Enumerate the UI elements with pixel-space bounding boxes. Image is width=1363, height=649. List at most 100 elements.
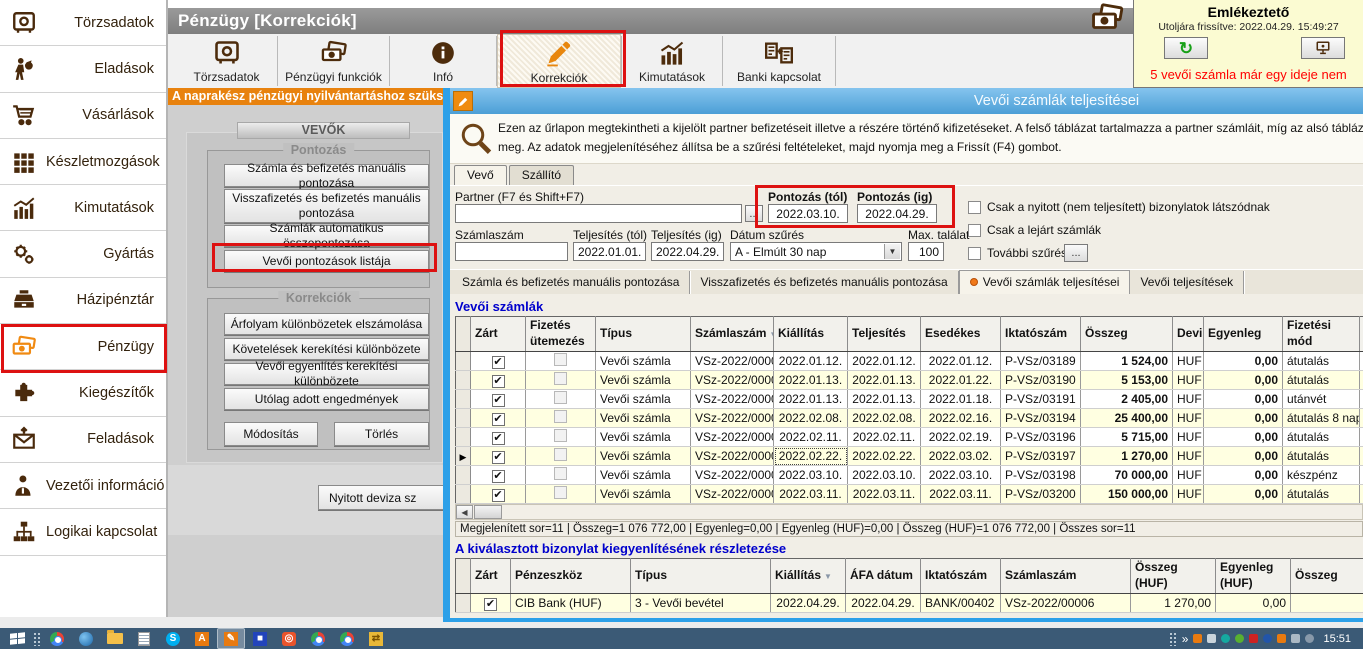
zart-checkbox[interactable]: ✔ [492,432,505,445]
chrome-icon[interactable] [44,629,70,648]
col-header-partner[interactable]: Par [1360,317,1363,352]
zart-checkbox[interactable]: ✔ [492,451,505,464]
chevron-down-icon[interactable]: ▼ [884,244,900,259]
col-header-osszeg-huf[interactable]: Összeg (HUF) [1131,559,1216,594]
view-tab-szamla-pontozas[interactable]: Számla és befizetés manuális pontozása [452,271,690,294]
start-button[interactable] [4,629,30,648]
sidebar-item-gyartas[interactable]: Gyártás [0,231,166,277]
automatikus-osszepontozas-button[interactable]: Számlák automatikus összepontozása [224,225,429,247]
table-row[interactable]: ▶ ✔ Vevői számla VSz-2022/00006 2022.02.… [456,447,1363,466]
vevoi-pontozasok-listaja-button[interactable]: Vevői pontozások listája [224,250,429,272]
sidebar-item-hazipenztar[interactable]: Házipénztár [0,278,166,324]
teljesites-tol-input[interactable]: 2022.01.01. [573,242,646,261]
fizetes-utemezes-checkbox[interactable] [554,486,567,499]
vevoi-egyenlites-kerekitesi-button[interactable]: Vevői egyenlítés kerekítési különbözete [224,363,429,385]
fizetes-utemezes-checkbox[interactable] [554,410,567,423]
toolbar-kimutatasok-button[interactable]: Kimutatások [622,34,722,88]
checkbox-nyitott-bizonylatok[interactable]: Csak a nyitott (nem teljesített) bizonyl… [968,200,1270,214]
tray-icon-4[interactable] [1235,634,1244,643]
checkbox-lejart-szamlak[interactable]: Csak a lejárt számlák [968,223,1101,237]
scrollbar-thumb[interactable] [474,505,502,519]
zart-checkbox[interactable]: ✔ [484,598,497,611]
arfolyam-kulonbozetek-button[interactable]: Árfolyam különbözetek elszámolása [224,313,429,335]
horizontal-scrollbar[interactable]: ◀ [455,504,1363,520]
view-tab-visszafizetes-pontozas[interactable]: Visszafizetés és befizetés manuális pont… [690,271,958,294]
utolag-adott-engedmenyek-button[interactable]: Utólag adott engedmények [224,388,429,410]
table-row[interactable]: ✔ Vevői számla VSz-2022/00005 2022.02.11… [456,428,1363,447]
sidebar-item-logikai-kapcsolat[interactable]: Logikai kapcsolat [0,509,166,555]
tovabbi-szures-browse-button[interactable]: ... [1064,244,1088,262]
col-header-zart[interactable]: Zárt [471,317,526,352]
toolbar-torzsadatok-button[interactable]: Törzsadatok [176,34,277,88]
tray-icon-3[interactable] [1221,634,1230,643]
table-row[interactable]: ✔ Vevői számla VSz-2022/00001 2022.01.12… [456,352,1363,371]
torles-button[interactable]: Törlés [334,422,429,446]
max-talalat-input[interactable]: 100 [908,242,944,261]
view-tab-vevoi-teljesitesek[interactable]: Vevői teljesítések [1130,271,1244,294]
col-header-esedekes[interactable]: Esedékes [921,317,1001,352]
kovetelesek-kerekitesi-button[interactable]: Követelések kerekítési különbözete [224,338,429,360]
zart-checkbox[interactable]: ✔ [492,413,505,426]
pontozas-ig-input[interactable]: 2022.04.29. [857,204,937,223]
table-row[interactable]: ✔ Vevői számla VSz-2022/00008 2022.03.11… [456,485,1363,504]
sidebar-item-vezetoi-informacio[interactable]: Vezetői információ [0,463,166,509]
col-header-iktatoszam[interactable]: Iktatószám [921,559,1001,594]
tray-expand-icon[interactable]: » [1182,632,1189,646]
tray-icon-7[interactable] [1277,634,1286,643]
transfer-app-icon[interactable]: ⇄ [363,629,389,648]
col-header-egyenleg-huf[interactable]: Egyenleg (HUF) [1216,559,1291,594]
correction-tool-icon[interactable]: ✎ [218,629,244,648]
tray-icon-6[interactable] [1263,634,1272,643]
tray-icon-2[interactable] [1207,634,1216,643]
sidebar-item-keszletmozgasok[interactable]: Készletmozgások [0,139,166,185]
col-header-afa-datum[interactable]: ÁFA dátum [846,559,921,594]
nyitott-deviza-button[interactable]: Nyitott deviza sz [318,485,444,510]
fizetes-utemezes-checkbox[interactable] [554,372,567,385]
tray-icon-5[interactable] [1249,634,1258,643]
szamlaszam-input[interactable] [455,242,568,261]
taskbar-clock[interactable]: 15:51 [1323,633,1351,645]
zart-checkbox[interactable]: ✔ [492,375,505,388]
table-row[interactable]: ✔ Vevői számla VSz-2022/00007 2022.03.10… [456,466,1363,485]
zart-checkbox[interactable]: ✔ [492,394,505,407]
col-header-kiallitas[interactable]: Kiállítás▼ [771,559,846,594]
notepad-icon[interactable] [131,629,157,648]
tray-icon-8[interactable] [1291,634,1300,643]
zart-checkbox[interactable]: ✔ [492,489,505,502]
teljesites-ig-input[interactable]: 2022.04.29. [651,242,724,261]
col-header-osszeg[interactable]: Összeg [1081,317,1173,352]
fizetes-utemezes-checkbox[interactable] [554,353,567,366]
datum-szures-select[interactable]: A - Elmúlt 30 nap ▼ [730,242,902,261]
skype-icon[interactable]: S [160,629,186,648]
sidebar-item-penzugy[interactable]: Pénzügy [0,324,166,370]
app-a-icon[interactable]: A [189,629,215,648]
col-header-tipus[interactable]: Típus [596,317,691,352]
col-header-penzeszkoz[interactable]: Pénzeszköz [511,559,631,594]
fizetes-utemezes-checkbox[interactable] [554,448,567,461]
toolbar-banki-kapcsolat-button[interactable]: Banki kapcsolat [723,34,835,88]
toolbar-korrekciok-button[interactable]: Korrekciók [497,34,621,88]
zart-checkbox[interactable]: ✔ [492,470,505,483]
sidebar-item-torzsadatok[interactable]: Törzsadatok [0,0,166,46]
col-header-zart[interactable]: Zárt [471,559,511,594]
sidebar-item-eladasok[interactable]: Eladások [0,46,166,92]
col-header-szamlaszam[interactable]: Számlaszám [1001,559,1131,594]
col-header-iktatoszam[interactable]: Iktatószám [1001,317,1081,352]
pontozas-tol-input[interactable]: 2022.03.10. [768,204,848,223]
table-row[interactable]: ✔ CIB Bank (HUF) 3 - Vevői bevétel 2022.… [456,594,1363,613]
refresh-button[interactable]: ↻ [1164,37,1208,59]
sidebar-item-feladasok[interactable]: Feladások [0,417,166,463]
file-explorer-icon[interactable] [102,629,128,648]
visszafizetes-pontozas-button[interactable]: Visszafizetés és befizetés manuális pont… [224,189,429,223]
modositas-button[interactable]: Módosítás [224,422,318,446]
save-icon[interactable]: ■ [247,629,273,648]
fizetes-utemezes-checkbox[interactable] [554,467,567,480]
partner-browse-button[interactable]: ... [745,205,763,222]
thunderbird-icon[interactable] [73,629,99,648]
chrome-3-icon[interactable] [334,629,360,648]
sidebar-item-vasarlasok[interactable]: Vásárlások [0,93,166,139]
tab-szallito[interactable]: Szállító [509,165,574,185]
photo-app-icon[interactable]: ◎ [276,629,302,648]
col-header-osszeg[interactable]: Összeg [1291,559,1363,594]
col-header-tipus[interactable]: Típus [631,559,771,594]
